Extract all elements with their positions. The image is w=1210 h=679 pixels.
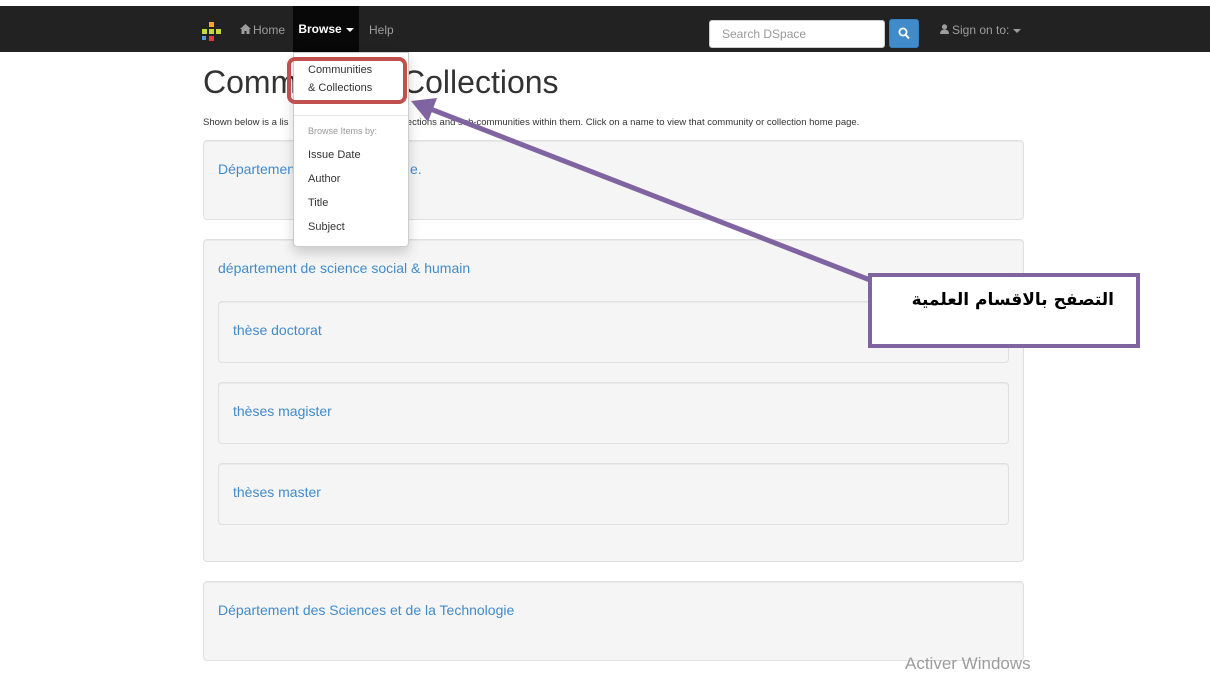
callout-text: التصفح بالاقسام العلمية [911, 290, 1114, 310]
annotation-callout: التصفح بالاقسام العلمية [868, 273, 1140, 348]
